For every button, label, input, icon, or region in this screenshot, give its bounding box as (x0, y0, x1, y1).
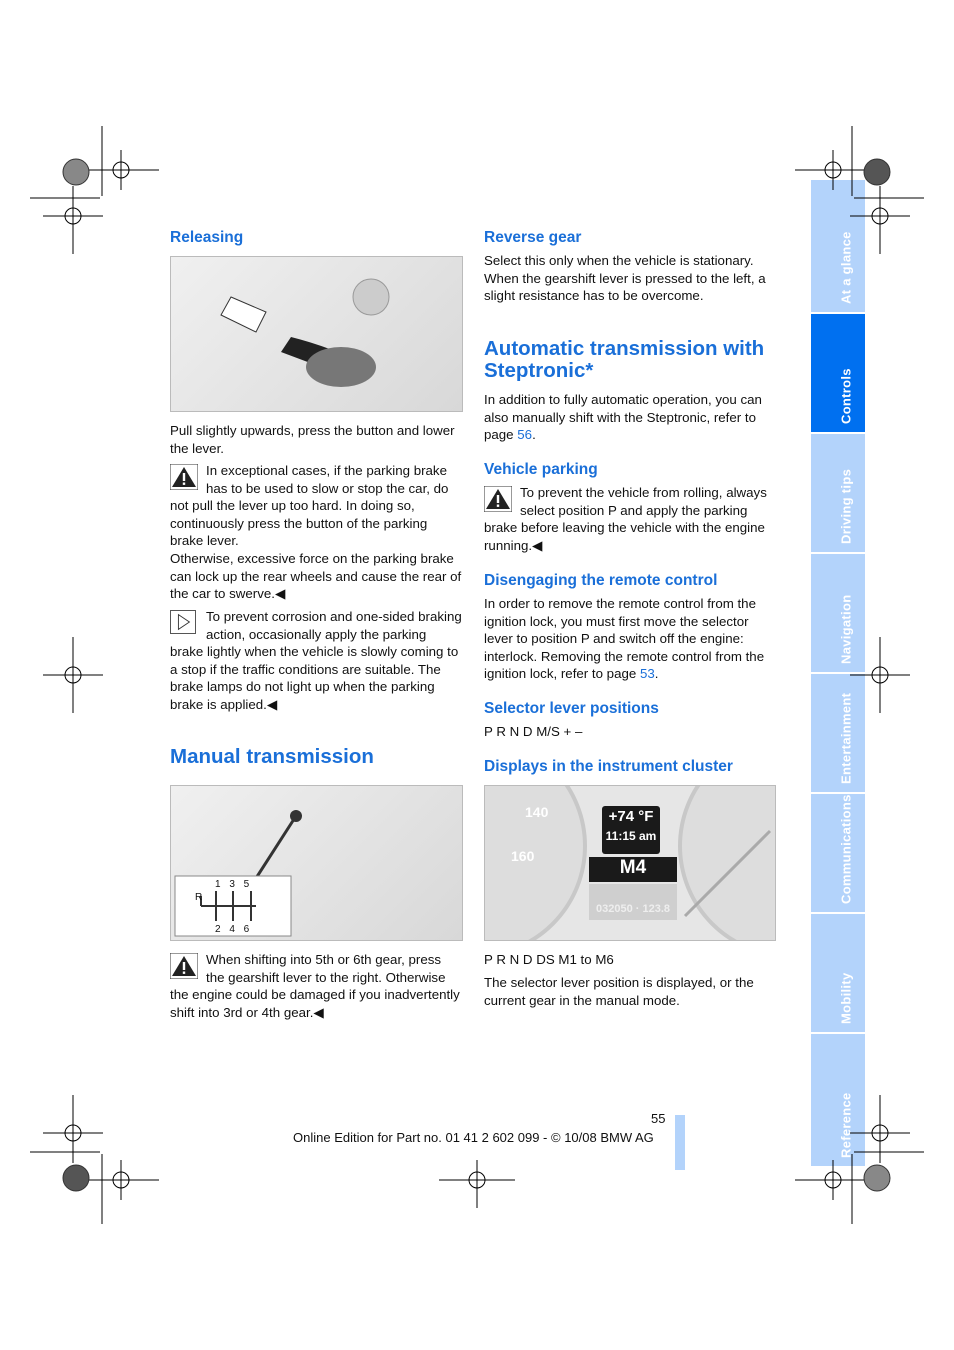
registration-marks (30, 126, 924, 1224)
manual-page: Releasing Pull slightly upwards, press t… (0, 0, 954, 1350)
